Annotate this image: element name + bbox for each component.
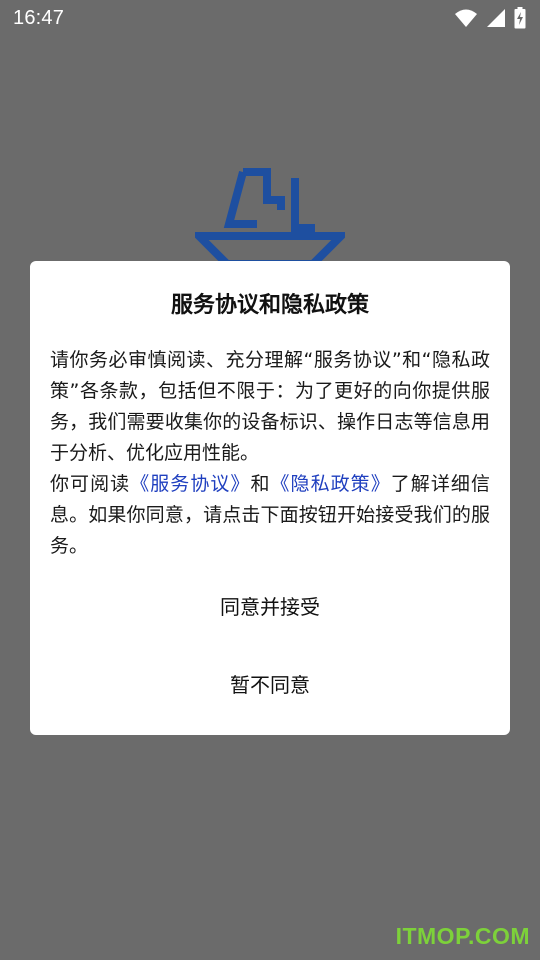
status-icons bbox=[454, 7, 526, 29]
accept-button[interactable]: 同意并接受 bbox=[30, 591, 510, 623]
links-and-text: 和 bbox=[250, 473, 271, 495]
dialog-paragraph-links: 你可阅读《服务协议》和《隐私政策》了解详细信息。如果你同意，请点击下面按钮开始接… bbox=[50, 469, 490, 562]
watermark: ITMOP.COM bbox=[395, 923, 530, 949]
status-bar: 16:47 bbox=[0, 0, 540, 36]
privacy-policy-link[interactable]: 《隐私政策》 bbox=[271, 473, 391, 495]
battery-charging-icon bbox=[514, 7, 526, 29]
dialog-body: 请你务必审慎阅读、充分理解“服务协议”和“隐私政策”各条款，包括但不限于：为了更… bbox=[50, 345, 490, 562]
dialog-title: 服务协议和隐私政策 bbox=[170, 293, 369, 318]
dialog-paragraph-intro: 请你务必审慎阅读、充分理解“服务协议”和“隐私政策”各条款，包括但不限于：为了更… bbox=[50, 349, 490, 464]
decline-button[interactable]: 暂不同意 bbox=[30, 669, 510, 701]
wifi-icon bbox=[454, 8, 478, 28]
status-time: 16:47 bbox=[13, 6, 65, 29]
links-prefix-text: 你可阅读 bbox=[50, 473, 131, 495]
service-agreement-link[interactable]: 《服务协议》 bbox=[130, 473, 250, 495]
privacy-dialog: 服务协议和隐私政策 请你务必审慎阅读、充分理解“服务协议”和“隐私政策”各条款，… bbox=[30, 261, 510, 735]
app-logo bbox=[189, 160, 351, 270]
signal-icon bbox=[486, 8, 506, 28]
screen: 16:47 服务协议和隐私政策 请你务必审慎阅读、充分理解“服务协议”和“隐私政… bbox=[0, 0, 540, 960]
